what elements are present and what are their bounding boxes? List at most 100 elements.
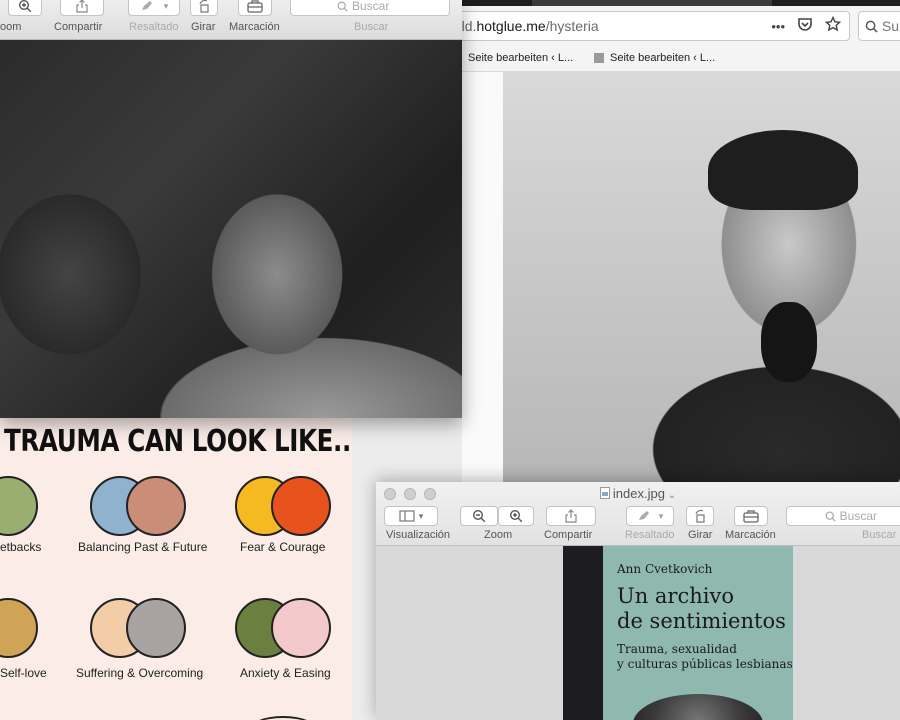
book-subtitle-line2: y culturas públicas lesbianas xyxy=(617,657,793,671)
highlight-pen-icon xyxy=(638,511,649,520)
book-title-line2: de sentimientos xyxy=(617,609,786,633)
highlight-label: Resaltado xyxy=(129,21,179,33)
highlight-pen-icon xyxy=(141,1,152,10)
venn-circle xyxy=(126,598,186,658)
book-cover-art xyxy=(633,694,763,720)
rotate-button[interactable] xyxy=(190,0,218,16)
book-title-line1: Un archivo xyxy=(617,584,734,608)
venn-circle xyxy=(271,476,331,536)
view-button[interactable]: ▾ xyxy=(384,506,438,526)
book-spine xyxy=(563,546,603,720)
preview-toolbar: oom Compartir ▾ Resaltado Girar Marcació… xyxy=(0,0,462,40)
page-icon xyxy=(594,53,604,63)
share-label: Compartir xyxy=(54,21,103,33)
share-button[interactable] xyxy=(546,506,596,526)
search-placeholder: Buscar xyxy=(839,509,877,523)
venn-label: Fear & Courage xyxy=(240,540,326,554)
chevron-down-icon: ▾ xyxy=(658,510,664,521)
pocket-icon[interactable] xyxy=(797,16,813,37)
venn-circle xyxy=(271,598,331,658)
chevron-down-icon: ⌄ xyxy=(664,490,677,501)
venn-label: Suffering & Overcoming xyxy=(76,666,204,680)
hair-shape xyxy=(708,130,858,210)
browser-tab[interactable] xyxy=(532,0,772,6)
markup-label: Marcación xyxy=(725,529,776,541)
search-field[interactable]: Buscar xyxy=(290,0,450,16)
bookmark-label: Seite bearbeiten ‹ L... xyxy=(468,52,574,64)
highlight-button[interactable]: ▾ xyxy=(626,506,674,526)
browser-search-input[interactable]: Su xyxy=(858,11,900,41)
bookmark-item[interactable]: Seite bearbeiten ‹ L... xyxy=(468,52,573,64)
venn-label: Balancing Past & Future xyxy=(78,540,208,554)
share-button[interactable] xyxy=(60,0,104,16)
highlight-label: Resaltado xyxy=(625,529,675,541)
share-label: Compartir xyxy=(544,529,593,541)
book-subtitle-line1: Trauma, sexualidad xyxy=(617,642,737,656)
toolbox-icon xyxy=(743,510,759,523)
zoom-in-button[interactable] xyxy=(8,0,42,16)
search-icon xyxy=(825,511,836,522)
chevron-down-icon: ▾ xyxy=(163,0,169,11)
venn-label: Setbacks xyxy=(0,540,42,554)
share-icon xyxy=(76,0,88,13)
url-text: rld.hotglue.me/hysteria xyxy=(462,18,599,34)
zoom-in-icon xyxy=(509,509,523,523)
sidebar-icon xyxy=(399,510,415,522)
chevron-down-icon: ▾ xyxy=(418,510,424,521)
markup-button[interactable] xyxy=(238,0,272,16)
bookmark-item[interactable]: Seite bearbeiten ‹ L... xyxy=(594,52,715,64)
url-actions: ••• xyxy=(771,15,842,37)
rotate-icon xyxy=(695,509,705,523)
zoom-label: Zoom xyxy=(484,529,513,541)
search-icon xyxy=(865,20,878,33)
venn-self-love xyxy=(0,598,38,658)
highlight-button[interactable]: ▾ xyxy=(128,0,180,16)
markup-label: Marcación xyxy=(229,21,280,33)
venn-balancing xyxy=(90,476,186,536)
window-title-text: index.jpg xyxy=(612,486,665,501)
markup-button[interactable] xyxy=(734,506,768,526)
preview-window-book: index.jpg ⌄ ▾ Visualización Zoom Compart… xyxy=(376,482,900,720)
search-placeholder: Buscar xyxy=(352,0,390,13)
window-title[interactable]: index.jpg ⌄ xyxy=(376,486,900,501)
venn-partial xyxy=(248,716,318,720)
address-bar[interactable]: rld.hotglue.me/hysteria ••• xyxy=(462,11,850,41)
venn-circle xyxy=(0,476,38,536)
venn-circle xyxy=(126,476,186,536)
bookmarks-bar: Seite bearbeiten ‹ L... Seite bearbeiten… xyxy=(462,46,900,72)
rotate-button[interactable] xyxy=(686,506,714,526)
bookmark-star-icon[interactable] xyxy=(824,15,842,37)
page-actions-icon[interactable]: ••• xyxy=(771,19,785,34)
venn-label: Anxiety & Easing xyxy=(240,666,331,680)
venn-label: Self-love xyxy=(0,666,47,680)
book-author: Ann Cvetkovich xyxy=(617,562,713,576)
zoom-out-button[interactable] xyxy=(460,506,498,526)
search-label: Buscar xyxy=(862,529,897,541)
preview-titlebar: index.jpg ⌄ ▾ Visualización Zoom Compart… xyxy=(376,482,900,546)
search-icon xyxy=(337,1,348,12)
rotate-label: Girar xyxy=(191,21,216,33)
search-field[interactable]: Buscar xyxy=(786,506,900,526)
venn-circle xyxy=(0,598,38,658)
toolbox-icon xyxy=(247,0,263,13)
image-canvas: Ann Cvetkovich Un archivo de sentimiento… xyxy=(376,546,900,720)
image-file-icon xyxy=(599,487,610,499)
rotate-label: Girar xyxy=(688,529,713,541)
venn-suffering xyxy=(90,598,186,658)
zoom-out-icon xyxy=(472,509,486,523)
venn-fear-courage xyxy=(235,476,331,536)
screaming-woman-photo xyxy=(503,72,900,482)
infographic-heading: TRAUMA CAN LOOK LIKE... xyxy=(4,424,352,459)
open-mouth-shape xyxy=(761,302,817,382)
zoom-in-button[interactable] xyxy=(498,506,534,526)
share-icon xyxy=(565,509,577,523)
venn-setbacks xyxy=(0,476,38,536)
venn-anxiety xyxy=(235,598,331,658)
two-women-photo xyxy=(0,40,462,418)
tab-strip xyxy=(462,0,900,6)
zoom-label: oom xyxy=(0,21,22,33)
view-label: Visualización xyxy=(386,529,451,541)
book-cover: Ann Cvetkovich Un archivo de sentimiento… xyxy=(563,546,793,720)
bookmark-label: Seite bearbeiten ‹ L... xyxy=(610,52,716,64)
trauma-infographic: TRAUMA CAN LOOK LIKE... Setbacks Balanci… xyxy=(0,400,352,720)
